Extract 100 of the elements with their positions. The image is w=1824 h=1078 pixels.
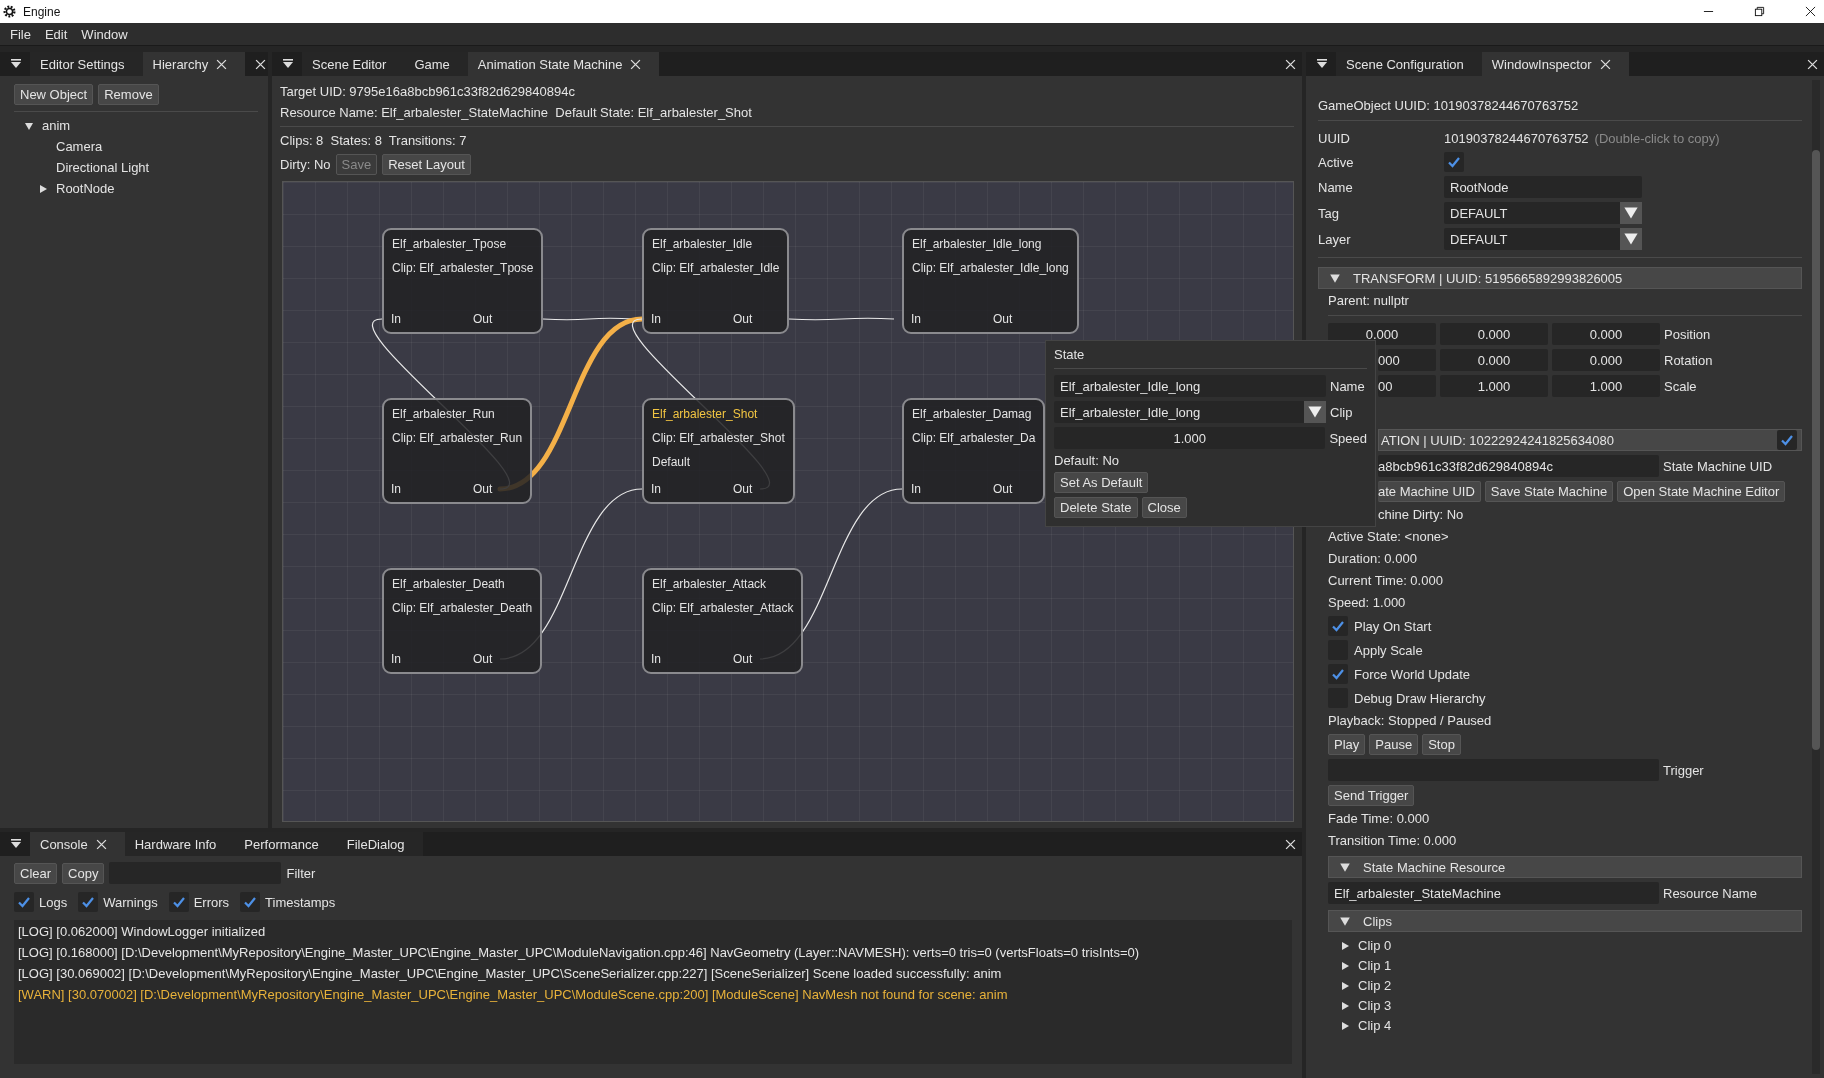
number-field[interactable]: 000 (1378, 349, 1436, 371)
clip-item[interactable]: Clip 1 (1358, 958, 1392, 973)
state-node[interactable]: Elf_arbalester_Tpose Clip: Elf_arbalester_Tpose In Out (382, 228, 544, 334)
panel-menu-icon[interactable] (10, 58, 22, 70)
panel-tab[interactable]: WindowInspector (1481, 52, 1629, 76)
number-field[interactable]: 0.000 (1328, 323, 1436, 345)
panel-tab[interactable]: Animation State Machine (467, 52, 660, 76)
state-node[interactable]: Elf_arbalester_Shot Clip: Elf_arbalester_Shot Default In Out (642, 398, 795, 504)
section-header[interactable]: Clips (1328, 910, 1802, 932)
number-field[interactable]: 1.000 (1440, 375, 1548, 397)
panel-menu-icon[interactable] (10, 838, 22, 850)
menu-item[interactable]: Window (81, 26, 128, 42)
restore-icon[interactable] (1754, 6, 1765, 17)
expanded-arrow-icon[interactable] (1339, 861, 1351, 873)
playback-button[interactable]: Stop (1422, 734, 1461, 755)
scrollbar[interactable] (1812, 80, 1820, 1074)
clip-item[interactable]: Clip 0 (1358, 938, 1392, 953)
number-field[interactable]: 1.000 (1552, 375, 1660, 397)
tree-item[interactable]: RootNode (56, 181, 115, 196)
collapsed-arrow-icon[interactable] (1340, 1000, 1350, 1011)
uid-field[interactable]: a8bcb961c33f82d629840894c (1378, 455, 1659, 477)
action-button[interactable]: ate Machine UID (1378, 481, 1481, 502)
playback-button[interactable]: Pause (1369, 734, 1419, 755)
state-node[interactable]: Elf_arbalester_Run Clip: Elf_arbalester_Run In Out (382, 398, 533, 504)
output-port[interactable]: Out (473, 482, 493, 496)
menu-item[interactable]: File (10, 26, 31, 42)
number-field[interactable]: 0.000 (1552, 323, 1660, 345)
panel-tab[interactable]: Scene Configuration (1336, 52, 1482, 76)
input-port[interactable]: In (391, 652, 401, 666)
action-button[interactable]: Open State Machine Editor (1617, 481, 1786, 502)
send-trigger-button[interactable]: Send Trigger (1328, 785, 1415, 806)
checkbox[interactable] (14, 892, 34, 912)
set-default-button[interactable]: Set As Default (1054, 472, 1149, 493)
panel-tab[interactable]: Game (404, 52, 468, 76)
section-header[interactable]: ATION | UUID: 10222924241825634080 (1378, 429, 1802, 451)
output-port[interactable]: Out (473, 312, 493, 326)
speed-field[interactable]: 1.000 (1054, 427, 1326, 449)
action-button[interactable]: New Object (14, 84, 94, 105)
collapsed-arrow-icon[interactable] (1340, 980, 1350, 991)
panel-tab[interactable]: Hardware Info (124, 832, 235, 856)
input-port[interactable]: In (911, 482, 921, 496)
clip-item[interactable]: Clip 2 (1358, 978, 1392, 993)
output-port[interactable]: Out (473, 652, 493, 666)
expanded-arrow-icon[interactable] (1339, 915, 1351, 927)
state-node[interactable]: Elf_arbalester_Attack Clip: Elf_arbalester_Attack In Out (642, 568, 804, 674)
clip-item[interactable]: Clip 3 (1358, 998, 1392, 1013)
number-field[interactable]: 0.000 (1552, 349, 1660, 371)
panel-menu-icon[interactable] (282, 58, 294, 70)
menu-item[interactable]: Edit (44, 26, 68, 42)
state-name-field[interactable]: Elf_arbalester_Idle_long (1054, 375, 1326, 397)
close-icon[interactable] (1805, 6, 1816, 17)
expanded-arrow-icon[interactable] (24, 120, 34, 131)
popup-button[interactable]: Delete State (1054, 497, 1138, 518)
state-node[interactable]: Elf_arbalester_Damag Clip: Elf_arbalester_Da In Out (902, 398, 1046, 504)
output-port[interactable]: Out (733, 482, 753, 496)
checkbox[interactable] (1328, 616, 1348, 636)
playback-button[interactable]: Play (1328, 734, 1366, 755)
tree-item[interactable]: Camera (56, 139, 103, 154)
console-button[interactable]: Copy (62, 862, 105, 884)
state-node[interactable]: Elf_arbalester_Death Clip: Elf_arbalester_Death In Out (382, 568, 543, 674)
panel-menu-icon[interactable] (1316, 58, 1328, 70)
tree-item[interactable]: anim (42, 118, 71, 133)
panel-tab[interactable]: Console (30, 832, 125, 856)
output-port[interactable]: Out (993, 482, 1013, 496)
number-field[interactable]: 0.000 (1440, 323, 1548, 345)
output-port[interactable]: Out (993, 312, 1013, 326)
input-port[interactable]: In (391, 312, 401, 326)
number-field[interactable]: 0.000 (1440, 349, 1548, 371)
panel-tab[interactable]: Hierarchy (142, 52, 246, 76)
name-field[interactable]: RootNode (1444, 176, 1642, 198)
graph-canvas[interactable] (282, 181, 1294, 822)
panel-tab[interactable]: FileDialog (336, 832, 423, 856)
action-button[interactable]: Remove (98, 84, 159, 105)
clip-item[interactable]: Clip 4 (1358, 1018, 1392, 1033)
checkbox[interactable] (1777, 430, 1797, 450)
collapsed-arrow-icon[interactable] (1340, 960, 1350, 971)
checkbox[interactable] (78, 892, 99, 912)
tag-dropdown[interactable]: DEFAULT (1444, 202, 1642, 224)
tree-item[interactable]: Directional Light (56, 160, 150, 175)
collapsed-arrow-icon[interactable] (38, 183, 48, 194)
checkbox[interactable] (240, 892, 261, 912)
input-port[interactable]: In (391, 482, 401, 496)
layer-dropdown[interactable]: DEFAULT (1444, 228, 1642, 250)
number-field[interactable]: 00 (1378, 375, 1436, 397)
input-port[interactable]: In (651, 482, 661, 496)
panel-tab[interactable]: Editor Settings (30, 52, 143, 76)
checkbox[interactable] (168, 892, 189, 912)
popup-button[interactable]: Close (1141, 497, 1187, 518)
state-node[interactable]: Elf_arbalester_Idle_long Clip: Elf_arbalester_Idle_long In Out (902, 228, 1079, 334)
collapsed-arrow-icon[interactable] (1340, 940, 1350, 951)
action-button[interactable]: Save State Machine (1484, 481, 1614, 502)
output-port[interactable]: Out (733, 312, 753, 326)
clip-dropdown[interactable]: Elf_arbalester_Idle_long (1054, 401, 1326, 423)
panel-tab[interactable]: Performance (234, 832, 337, 856)
console-button[interactable]: Clear (14, 862, 58, 884)
expanded-arrow-icon[interactable] (1329, 272, 1341, 284)
toolbar-button[interactable]: Reset Layout (382, 154, 471, 175)
section-header[interactable]: TRANSFORM | UUID: 5195665892993826005 (1318, 267, 1802, 289)
input-port[interactable]: In (651, 652, 661, 666)
section-header[interactable]: State Machine Resource (1328, 856, 1802, 878)
